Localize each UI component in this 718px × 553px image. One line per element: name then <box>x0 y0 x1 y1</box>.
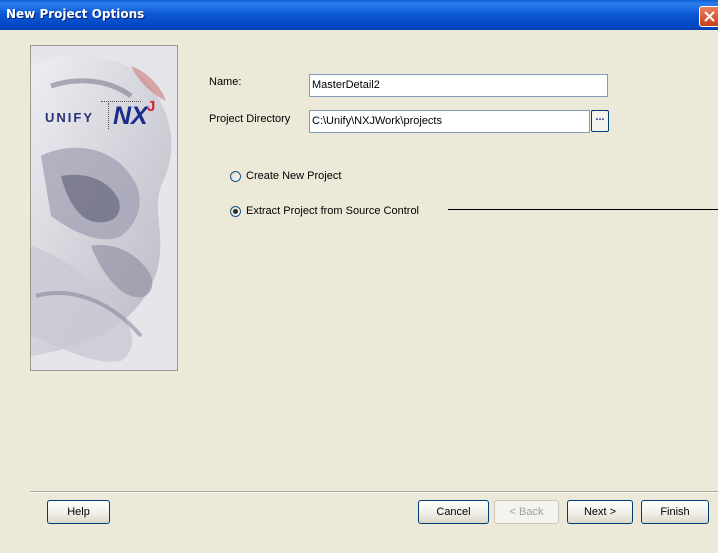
cancel-button[interactable]: Cancel <box>418 500 489 524</box>
close-icon <box>704 11 715 22</box>
product-logo-panel: UNIFY NX J <box>30 45 178 371</box>
logo-product-text: NX <box>113 102 148 130</box>
logo-superscript: J <box>147 98 156 115</box>
window-title: New Project Options <box>6 7 145 21</box>
project-directory-input[interactable]: C:\Unify\NXJWork\projects <box>309 110 590 133</box>
extract-project-radio[interactable] <box>230 206 241 217</box>
create-new-project-label: Create New Project <box>246 170 342 182</box>
radio-selected-dot <box>233 209 238 214</box>
name-label: Name: <box>209 76 242 88</box>
name-input[interactable]: MasterDetail2 <box>309 74 608 97</box>
logo-artwork <box>31 46 177 370</box>
close-button[interactable] <box>699 6 718 27</box>
title-bar[interactable]: New Project Options <box>0 0 718 30</box>
next-button[interactable]: Next > <box>567 500 633 524</box>
extract-project-label: Extract Project from Source Control <box>246 205 420 217</box>
finish-button[interactable]: Finish <box>641 500 709 524</box>
back-button[interactable]: < Back <box>494 500 559 524</box>
pointer-line <box>448 209 718 210</box>
logo-dotted-divider <box>108 103 109 129</box>
logo-brand-text: UNIFY <box>45 110 94 125</box>
new-project-options-dialog: New Project Options UNIFY NX J Name: Mas… <box>0 0 718 553</box>
browse-directory-button[interactable]: ... <box>591 110 609 132</box>
project-directory-label: Project Directory <box>209 113 291 125</box>
help-button[interactable]: Help <box>47 500 110 524</box>
create-new-project-radio[interactable] <box>230 171 241 182</box>
button-separator <box>30 491 718 493</box>
